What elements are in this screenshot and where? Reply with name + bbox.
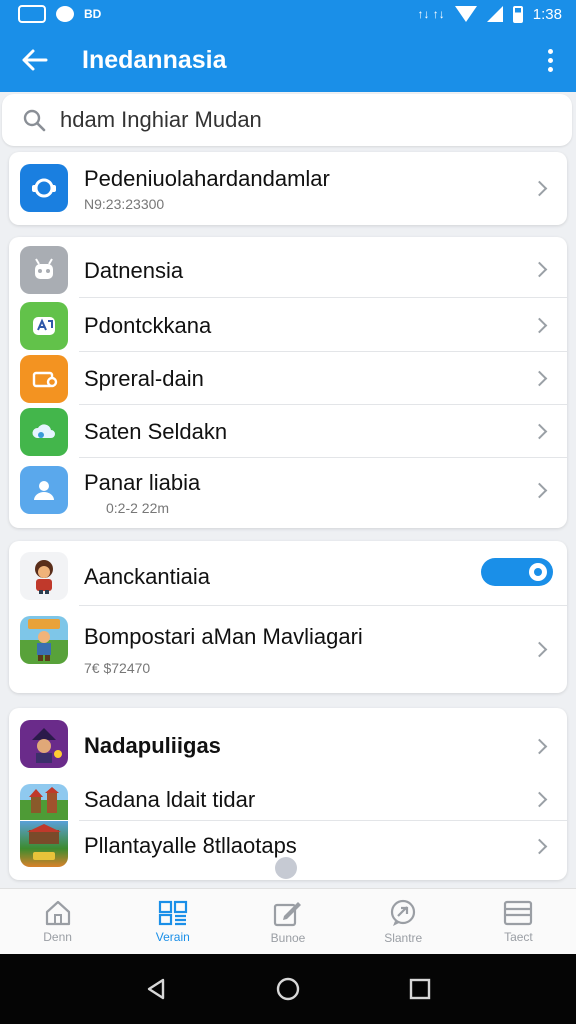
apps-card: Nadapuliigas Sadana ldait tidar Pllantay…	[9, 708, 567, 880]
chevron-right-icon	[531, 180, 548, 197]
arrow-left-icon	[22, 49, 48, 71]
search-bar[interactable]	[2, 94, 572, 146]
game-title: Bompostari aMan Mavliagari	[84, 624, 363, 649]
settings-item-2[interactable]: Spreral-dain	[9, 352, 567, 405]
square-recents-icon	[409, 978, 431, 1000]
signal-icon	[486, 6, 503, 22]
person-icon	[20, 466, 68, 514]
edit-icon	[273, 901, 301, 926]
divider	[79, 605, 567, 606]
toggle-row: Aanckantiaia	[9, 546, 567, 604]
chevron-right-icon	[531, 482, 548, 499]
chevron-right-icon	[531, 261, 548, 278]
chevron-right-icon	[531, 838, 548, 855]
page-title: Inedannasia	[82, 45, 227, 74]
nav-item-grid[interactable]: Verain	[115, 889, 230, 954]
game-row[interactable]: Bompostari aMan Mavliagari 7€ $72470	[9, 607, 567, 691]
status-left-text: BD	[84, 7, 102, 21]
chevron-right-icon	[531, 317, 548, 334]
settings-item-4[interactable]: Panar liabia 0:2-2 22m	[9, 458, 567, 524]
castle-game-icon	[20, 784, 68, 820]
search-icon	[23, 109, 46, 132]
settings-list-card: Datnensia Pdontckkana Spreral-dain Saten…	[9, 237, 567, 528]
more-dot-icon	[547, 57, 553, 63]
chevron-right-icon	[531, 738, 548, 755]
search-input[interactable]	[60, 107, 540, 133]
app-item-0[interactable]: Nadapuliigas	[9, 716, 567, 774]
chevron-right-icon	[531, 370, 548, 387]
headset-icon	[20, 164, 68, 212]
character-avatar-icon	[20, 552, 68, 600]
more-options-button[interactable]	[524, 28, 576, 92]
nav-item-label: Bunoe	[270, 930, 306, 945]
storage-icon	[20, 355, 68, 403]
cloud-icon	[20, 408, 68, 456]
circle-home-icon	[276, 977, 300, 1001]
chevron-right-icon	[531, 791, 548, 808]
nav-item-label: Verain	[155, 929, 190, 944]
home-icon	[45, 900, 70, 925]
nav-item-home[interactable]: Denn	[0, 889, 115, 954]
more-dot-icon	[547, 48, 553, 54]
bottom-navigation: Denn Verain Bunoe Slantre Taect	[0, 888, 576, 954]
toggle-dot-icon	[534, 568, 542, 576]
featured-title: Pedeniuolahardandamlar	[84, 166, 330, 191]
sim-icon	[18, 5, 46, 23]
system-home-button[interactable]	[268, 969, 308, 1009]
settings-item-0[interactable]: Datnensia	[9, 242, 567, 298]
back-button[interactable]	[0, 28, 68, 92]
app-item-label: Sadana ldait tidar	[84, 787, 256, 812]
robot-icon	[20, 246, 68, 294]
settings-item-3[interactable]: Saten Seldakn	[9, 405, 567, 458]
wifi-icon	[454, 6, 477, 22]
nav-item-edit[interactable]: Bunoe	[230, 889, 345, 954]
featured-card: Pedeniuolahardandamlar N9:23:23300	[9, 152, 567, 225]
featured-subtitle: N9:23:23300	[84, 196, 165, 212]
settings-item-label: Panar liabia	[84, 470, 201, 495]
grid-icon	[158, 900, 187, 925]
settings-item-label: Pdontckkana	[84, 313, 212, 338]
battery-icon	[512, 5, 523, 23]
translate-icon	[20, 302, 68, 350]
settings-item-1[interactable]: Pdontckkana	[9, 298, 567, 352]
toggle-row-label: Aanckantiaia	[84, 564, 210, 589]
status-bar: BD ↑↓ ↑↓ 1:38	[0, 0, 576, 28]
scroll-indicator	[275, 857, 297, 879]
heart-icon	[56, 6, 74, 22]
app-bar: Inedannasia	[0, 28, 576, 92]
settings-item-label: Datnensia	[84, 258, 184, 283]
status-time: 1:38	[532, 5, 562, 23]
app-item-label: Nadapuliigas	[84, 733, 221, 758]
nav-item-label: Taect	[504, 929, 533, 944]
feature-toggle[interactable]	[481, 558, 553, 586]
nav-item-label: Denn	[43, 929, 72, 944]
chevron-right-icon	[531, 641, 548, 658]
list-icon	[504, 900, 533, 925]
nav-item-chat[interactable]: Slantre	[346, 889, 461, 954]
data-activity-text: ↑↓ ↑↓	[417, 7, 445, 21]
farm-game-icon	[20, 821, 68, 867]
app-item-label: Pllantayalle 8tllaotaps	[84, 833, 297, 858]
settings-item-label: Spreral-dain	[84, 366, 204, 391]
games-card: Aanckantiaia Bompostari aMan Mavliagari …	[9, 541, 567, 693]
system-navigation-bar	[0, 954, 576, 1024]
chat-icon	[391, 899, 416, 926]
more-dot-icon	[547, 66, 553, 72]
game-subtitle: 7€ $72470	[84, 660, 151, 676]
game-thumbnail-icon	[20, 616, 68, 664]
system-recents-button[interactable]	[400, 969, 440, 1009]
app-item-1[interactable]: Sadana ldait tidar	[9, 776, 567, 820]
chevron-right-icon	[531, 423, 548, 440]
settings-item-label: Saten Seldakn	[84, 419, 228, 444]
featured-row[interactable]: Pedeniuolahardandamlar N9:23:23300	[9, 152, 567, 225]
nav-item-label: Slantre	[384, 930, 423, 945]
settings-item-subtitle: 0:2-2 22m	[106, 500, 170, 516]
system-back-button[interactable]	[136, 969, 176, 1009]
nav-item-list[interactable]: Taect	[461, 889, 576, 954]
wizard-game-icon	[20, 720, 68, 768]
triangle-back-icon	[147, 978, 165, 1000]
